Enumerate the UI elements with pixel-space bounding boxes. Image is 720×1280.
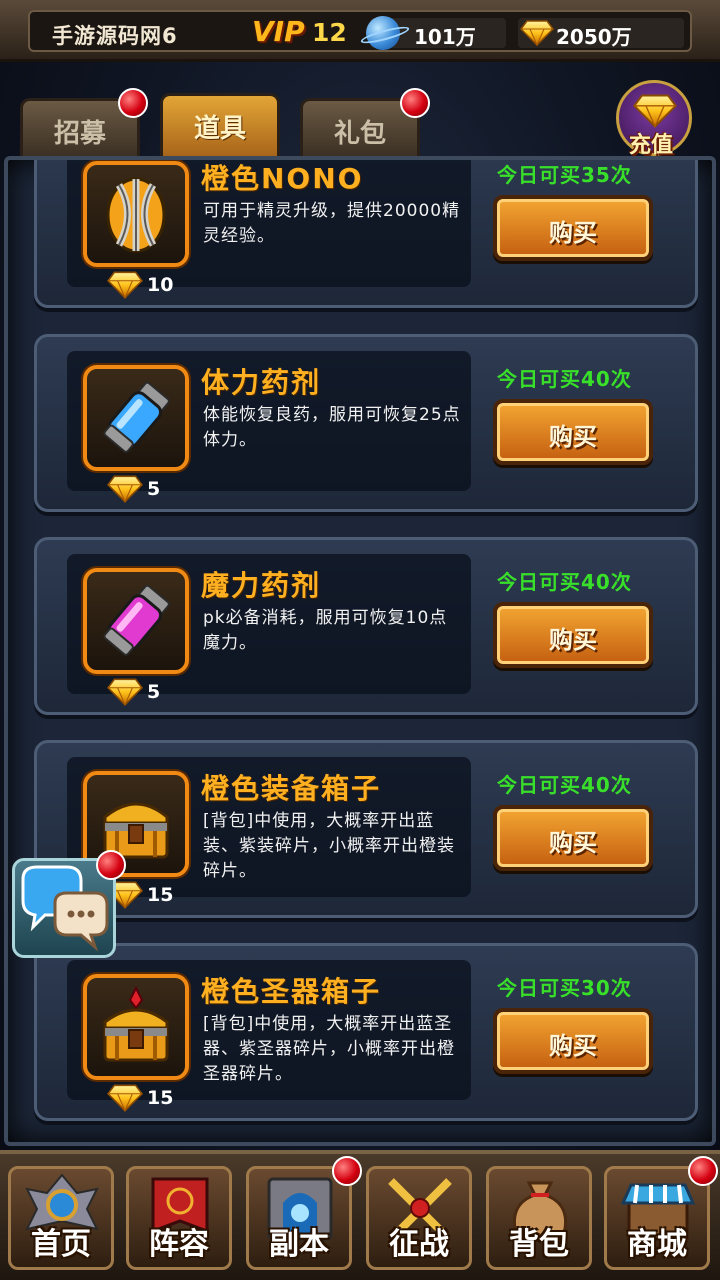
notification-dot	[688, 1156, 718, 1186]
daily-limit: 今日可买40次	[497, 773, 632, 797]
chat-bubble-icon	[21, 865, 109, 952]
item-price: 10	[107, 271, 173, 299]
item-icon-frame	[83, 974, 189, 1080]
item-description: [背包]中使用，大概率开出蓝装、紫装碎片，小概率开出橙装碎片。	[203, 811, 455, 881]
item-name: 体力药剂	[201, 366, 322, 399]
diamond-icon	[633, 93, 677, 129]
nav-backpack[interactable]: 背包	[486, 1166, 592, 1270]
price-value: 10	[147, 274, 174, 296]
diamond-icon	[107, 475, 143, 503]
nav-battle[interactable]: 征战	[366, 1166, 472, 1270]
buy-button[interactable]: 购买	[493, 602, 653, 668]
orange-nono-egg-icon	[106, 177, 166, 253]
nav-label: 首页	[31, 1227, 91, 1262]
vip-label: VIP	[252, 15, 305, 48]
item-price: 15	[107, 881, 173, 909]
notification-dot	[400, 88, 430, 118]
diamond-icon	[107, 271, 143, 299]
item-description: 可用于精灵升级，提供20000精灵经验。	[203, 201, 461, 246]
shop-item-list[interactable]: 10 橙色NONO 可用于精灵升级，提供20000精灵经验。 今日可买35次 购…	[4, 156, 716, 1146]
list-item: 15 橙色装备箱子 [背包]中使用，大概率开出蓝装、紫装碎片，小概率开出橙装碎片…	[34, 740, 698, 918]
gems-value: 2050万	[556, 25, 632, 49]
item-name: 橙色圣器箱子	[201, 975, 382, 1008]
daily-limit: 今日可买40次	[497, 367, 632, 391]
diamond-icon	[107, 1084, 143, 1112]
buy-button[interactable]: 购买	[493, 195, 653, 261]
price-value: 5	[147, 478, 161, 500]
list-item: 15 橙色圣器箱子 [背包]中使用，大概率开出蓝圣器、紫圣器碎片，小概率开出橙圣…	[34, 943, 698, 1121]
tab-label: 道具	[193, 114, 246, 144]
item-description: [背包]中使用，大概率开出蓝圣器、紫圣器碎片，小概率开出橙圣器碎片。	[203, 1014, 455, 1084]
nav-label: 副本	[269, 1227, 329, 1262]
buy-button[interactable]: 购买	[493, 1008, 653, 1074]
recharge-label: 充值	[629, 133, 674, 158]
item-price: 15	[107, 1084, 173, 1112]
notification-dot	[96, 850, 126, 880]
item-name: 橙色NONO	[201, 162, 364, 195]
price-value: 15	[147, 884, 174, 906]
daily-limit: 今日可买35次	[497, 163, 632, 187]
nav-home[interactable]: 首页	[8, 1166, 114, 1270]
item-icon-frame	[83, 365, 189, 471]
blue-potion-icon	[103, 381, 170, 453]
buy-button[interactable]: 购买	[493, 805, 653, 871]
buy-button[interactable]: 购买	[493, 399, 653, 465]
item-name: 魔力药剂	[201, 569, 322, 602]
item-price: 5	[107, 678, 160, 706]
notification-dot	[332, 1156, 362, 1186]
pink-potion-icon	[103, 584, 170, 656]
item-icon-frame	[83, 568, 189, 674]
top-status-bar: 手游源码网6 VIP 12 101万 2050万	[0, 0, 720, 62]
list-item: 5 魔力药剂 pk必备消耗，服用可恢复10点魔力。 今日可买40次 购买	[34, 537, 698, 715]
item-description: pk必备消耗，服用可恢复10点魔力。	[203, 608, 448, 653]
daily-limit: 今日可买40次	[497, 570, 632, 594]
status-panel: 手游源码网6 VIP 12 101万 2050万	[28, 10, 692, 52]
price-value: 15	[147, 1087, 174, 1109]
vip-level: 12	[312, 18, 347, 47]
tab-label: 礼包	[333, 119, 386, 149]
list-item: 10 橙色NONO 可用于精灵升级，提供20000精灵经验。 今日可买35次 购…	[34, 160, 698, 308]
orange-artifact-chest-icon	[103, 986, 169, 1062]
nav-label: 阵容	[149, 1227, 209, 1262]
nav-label: 背包	[509, 1227, 569, 1262]
price-value: 5	[147, 681, 161, 703]
coins-value: 101万	[414, 25, 476, 49]
daily-limit: 今日可买30次	[497, 976, 632, 1000]
item-price: 5	[107, 475, 160, 503]
recharge-button[interactable]: 充值	[616, 80, 692, 158]
nav-lineup[interactable]: 阵容	[126, 1166, 232, 1270]
diamond-icon	[520, 20, 554, 46]
notification-dot	[118, 88, 148, 118]
item-description: 体能恢复良药，服用可恢复25点体力。	[203, 405, 461, 450]
tab-items[interactable]: 道具	[160, 93, 280, 156]
nav-label: 征战	[389, 1227, 449, 1262]
item-name: 橙色装备箱子	[201, 772, 382, 805]
player-name: 手游源码网6	[52, 24, 178, 48]
item-icon-frame	[83, 161, 189, 267]
list-item: 5 体力药剂 体能恢复良药，服用可恢复25点体力。 今日可买40次 购买	[34, 334, 698, 512]
planet-coin-icon	[366, 16, 400, 50]
tab-label: 招募	[53, 119, 106, 149]
diamond-icon	[107, 678, 143, 706]
nav-label: 商城	[627, 1227, 687, 1262]
